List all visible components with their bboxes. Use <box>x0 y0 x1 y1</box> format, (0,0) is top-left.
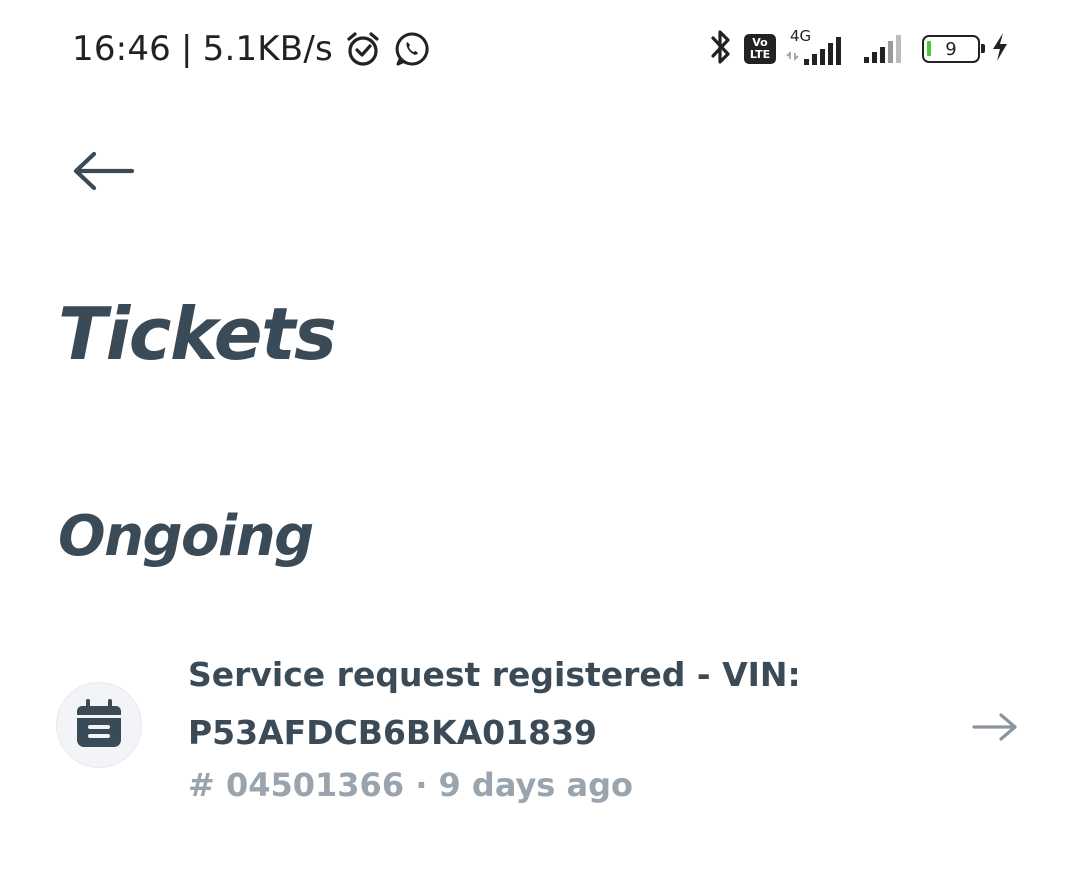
arrow-right-icon <box>971 711 1019 747</box>
charging-icon <box>990 27 1010 71</box>
ticket-meta-separator: · <box>415 766 428 804</box>
tickets-screen: 16:46 | 5.1KB/s Vo LTE 4G 9 Tickets Ongo… <box>0 0 1080 876</box>
arrow-left-icon <box>70 149 136 197</box>
ticket-open-button[interactable] <box>970 712 1020 746</box>
ticket-avatar <box>56 682 142 768</box>
whatsapp-icon <box>393 30 431 68</box>
section-title-ongoing: Ongoing <box>58 504 314 569</box>
battery-level: 9 <box>945 38 957 60</box>
status-bar: 16:46 | 5.1KB/s Vo LTE 4G 9 <box>0 0 1080 100</box>
page-title: Tickets <box>58 292 337 376</box>
status-separator: | <box>180 29 193 69</box>
signal-icon <box>862 27 912 71</box>
volte-bottom-label: LTE <box>749 48 771 61</box>
ticket-title-line1: Service request registered - VIN: <box>188 655 801 694</box>
ticket-title: Service request registered - VIN: P53AFD… <box>188 646 908 762</box>
signal-icon: 4G <box>786 27 852 69</box>
bluetooth-icon <box>708 27 734 71</box>
status-time: 16:46 <box>72 29 171 69</box>
ticket-title-line2: P53AFDCB6BKA01839 <box>188 713 597 752</box>
back-button[interactable] <box>70 148 136 198</box>
status-left: 16:46 | 5.1KB/s <box>72 26 431 72</box>
status-right: Vo LTE 4G 9 <box>708 26 1010 72</box>
ticket-number: # 04501366 <box>188 766 405 804</box>
battery-icon: 9 <box>922 35 985 63</box>
volte-icon: Vo LTE <box>744 34 776 64</box>
alarm-icon <box>343 29 383 69</box>
battery-nub <box>981 44 985 53</box>
ticket-meta: # 04501366 · 9 days ago <box>188 766 633 804</box>
ticket-list-item[interactable]: Service request registered - VIN: P53AFD… <box>0 640 1080 830</box>
ticket-age: 9 days ago <box>438 766 633 804</box>
status-net-speed: 5.1KB/s <box>202 29 333 69</box>
calendar-icon <box>74 697 124 753</box>
